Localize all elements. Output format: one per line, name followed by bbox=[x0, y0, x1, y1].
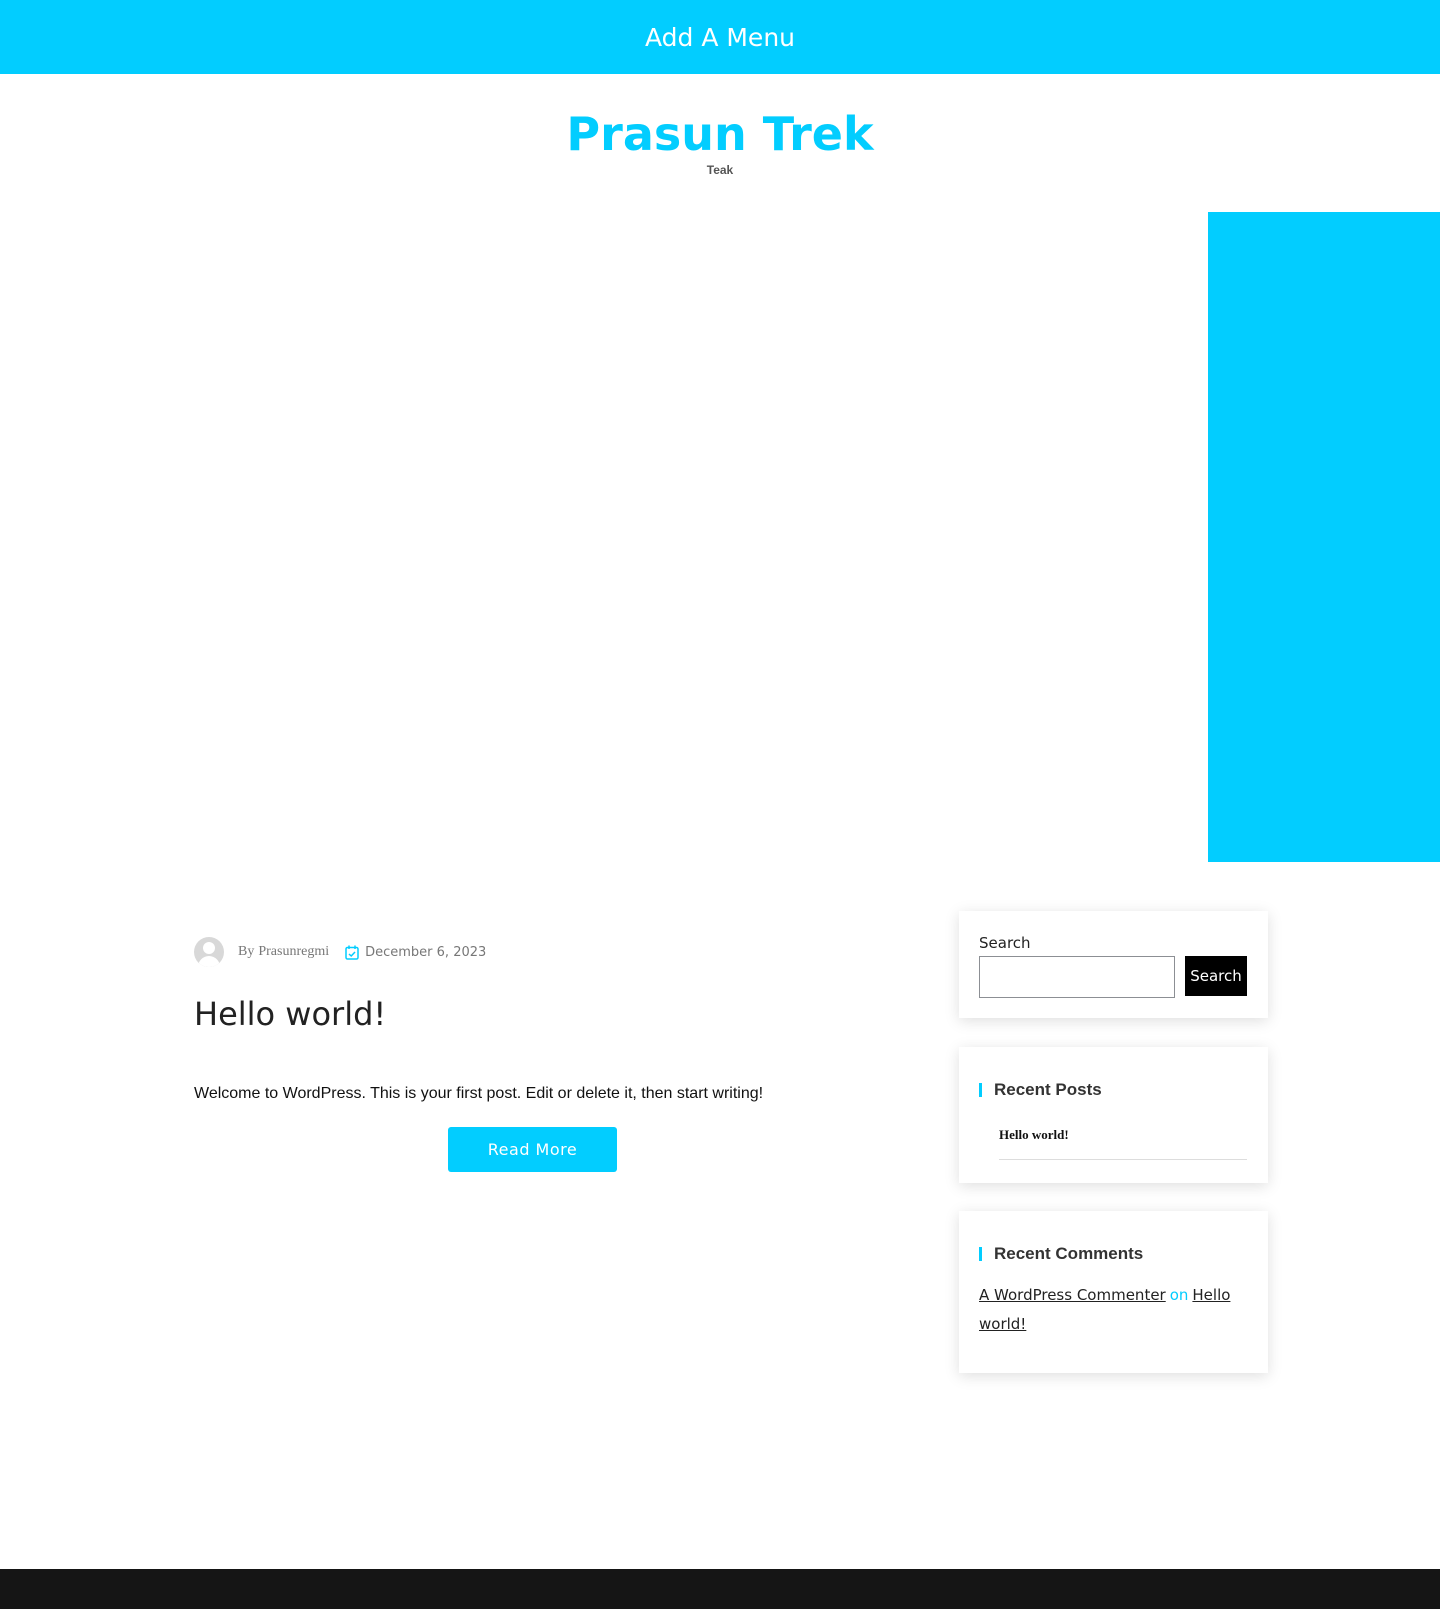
post-excerpt: Welcome to WordPress. This is your first… bbox=[194, 1085, 764, 1102]
recent-comments-widget: Recent Comments A WordPress Commenter on H… bbox=[959, 1211, 1268, 1373]
author-avatar bbox=[194, 937, 224, 967]
post-date-link[interactable]: December 6, 2023 bbox=[365, 945, 486, 960]
recent-comments-title: Recent Comments bbox=[994, 1244, 1144, 1263]
recent-posts-title: Recent Posts bbox=[994, 1080, 1102, 1099]
site-title[interactable]: Prasun Trek bbox=[0, 106, 1440, 162]
top-navigation-bar: Add A Menu bbox=[0, 0, 1440, 74]
comment-author-link[interactable]: A WordPress Commenter bbox=[979, 1286, 1166, 1304]
heading-accent-bar bbox=[979, 1083, 982, 1097]
comment-on-label: on bbox=[1169, 1286, 1189, 1304]
search-input[interactable] bbox=[979, 956, 1175, 998]
post-title-link[interactable]: Hello world! bbox=[194, 995, 386, 1033]
search-label: Search bbox=[979, 934, 1031, 952]
search-button[interactable]: Search bbox=[1185, 956, 1247, 996]
post-author-link[interactable]: Prasunregmi bbox=[258, 944, 329, 960]
site-footer bbox=[0, 1569, 1440, 1609]
calendar-check-icon bbox=[345, 945, 359, 960]
post-meta: By Prasunregmi December 6, 2023 bbox=[194, 937, 486, 967]
site-tagline: Teak bbox=[706, 163, 734, 177]
recent-posts-widget: Recent Posts Hello world! bbox=[959, 1047, 1268, 1183]
heading-accent-bar bbox=[979, 1247, 982, 1261]
add-menu-link[interactable]: Add A Menu bbox=[645, 23, 795, 52]
recent-comments-heading: Recent Comments bbox=[979, 1244, 1143, 1264]
recent-post-item[interactable]: Hello world! bbox=[999, 1127, 1247, 1160]
recent-posts-heading: Recent Posts bbox=[979, 1080, 1102, 1100]
by-label: By bbox=[238, 944, 255, 959]
read-more-button[interactable]: Read More bbox=[448, 1127, 617, 1172]
recent-comment-item: A WordPress Commenter on Hello world! bbox=[979, 1281, 1247, 1339]
hero-accent-block bbox=[1208, 212, 1440, 862]
search-widget: Search Search bbox=[959, 911, 1268, 1018]
